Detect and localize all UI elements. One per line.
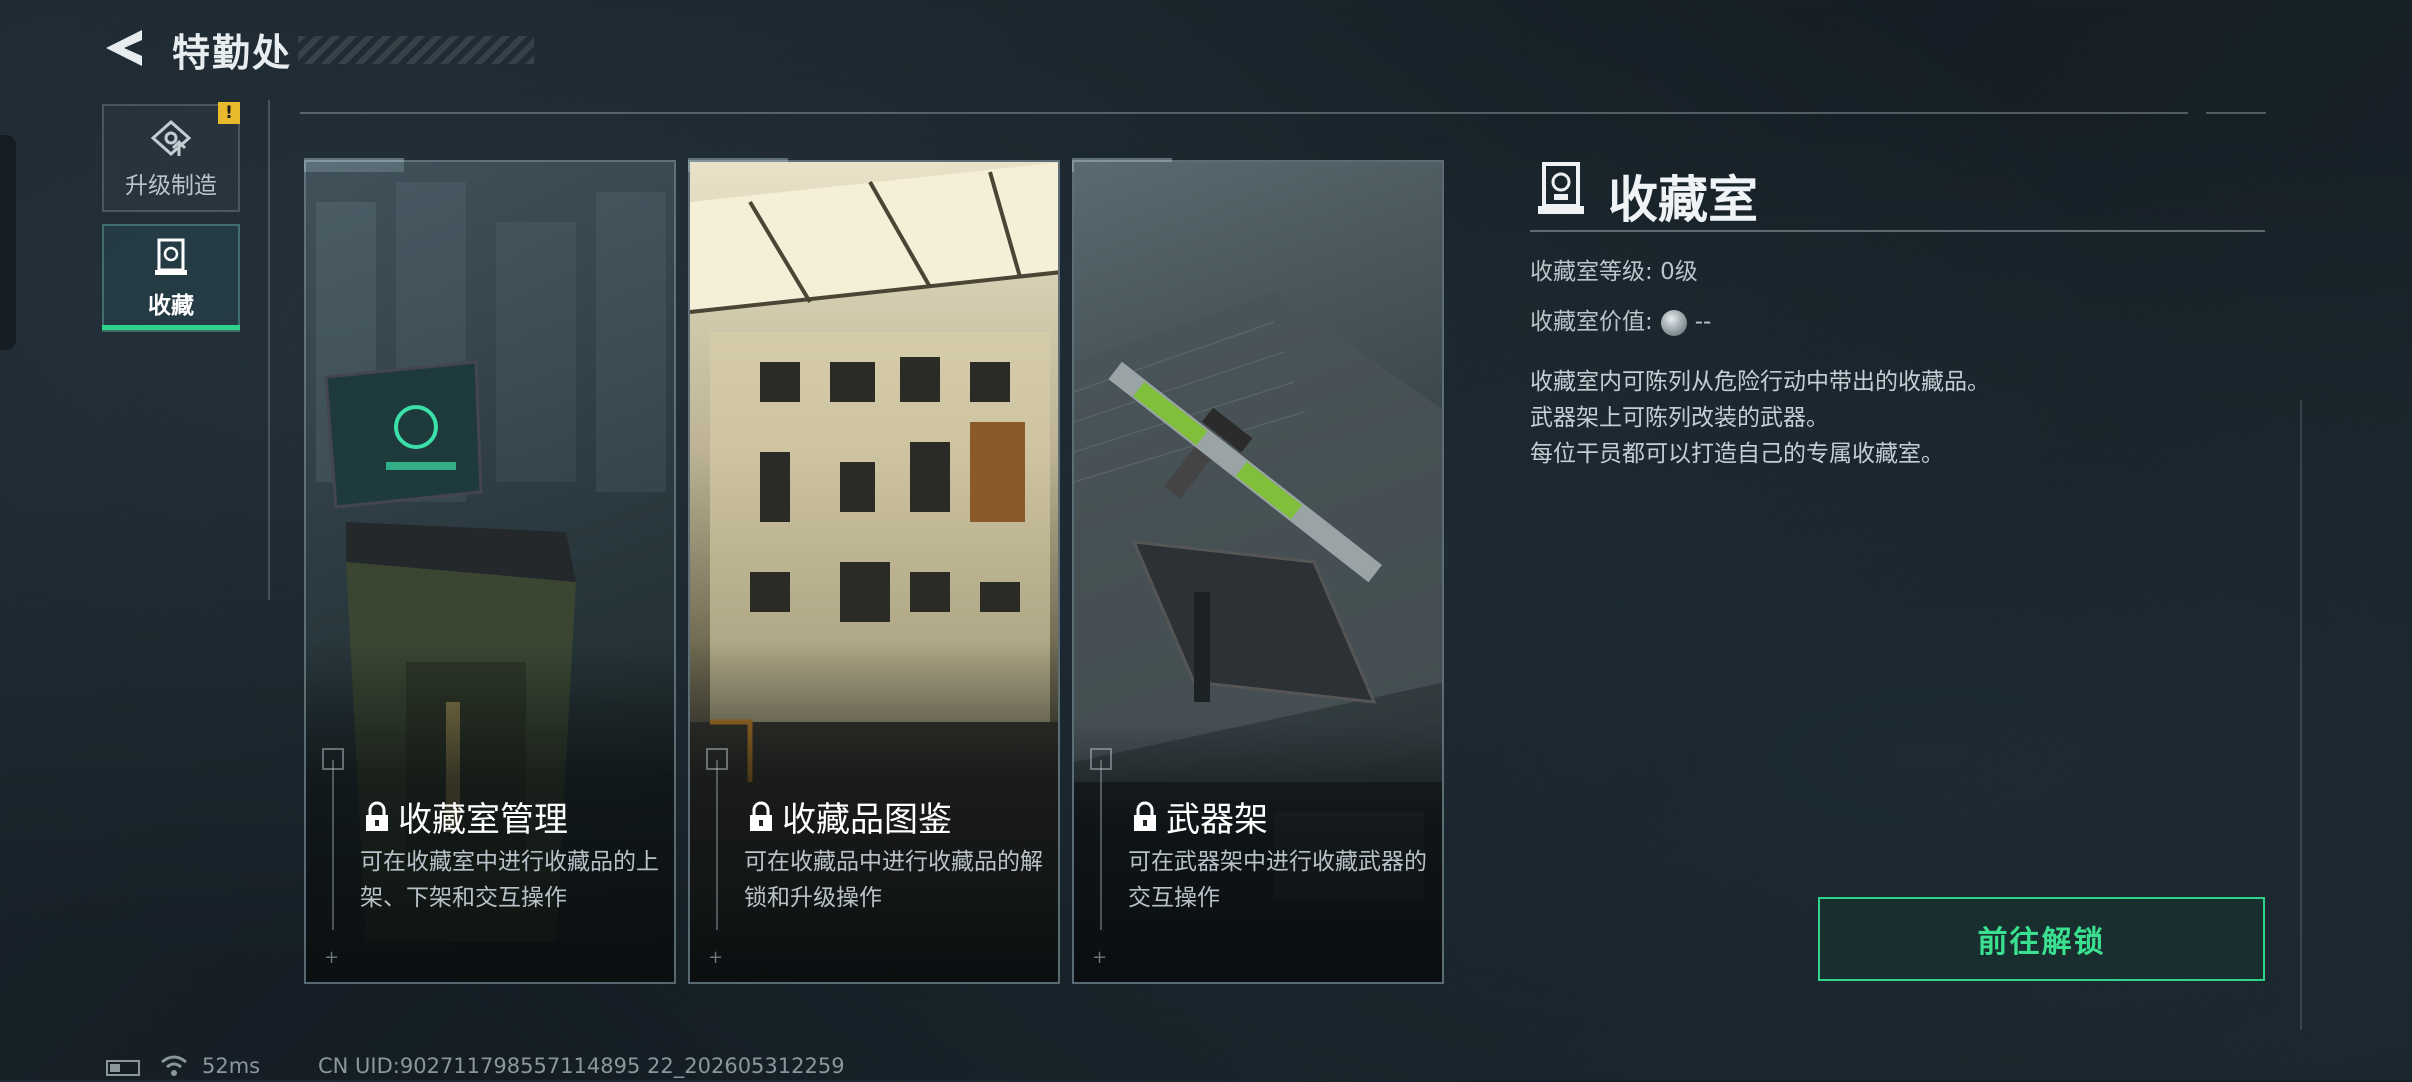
top-divider (300, 112, 2188, 114)
sidebar-item-label: 收藏 (148, 293, 194, 319)
room-worth-row: 收藏室价值: -- (1530, 302, 1711, 336)
room-level-label: 收藏室等级: (1530, 259, 1653, 285)
room-worth-value: -- (1694, 309, 1712, 335)
alert-badge: ! (218, 102, 240, 124)
collection-icon (155, 238, 187, 275)
currency-coin-icon (1660, 309, 1687, 336)
ping-value: 52ms (202, 1054, 261, 1078)
card-description: 可在收藏室中进行收藏品的上架、下架和交互操作 (360, 849, 659, 911)
sidebar-item-collection[interactable]: 收藏 (102, 224, 240, 332)
info-desc-line: 每位干员都可以打造自己的专属收藏室。 (1530, 441, 1944, 467)
edge-handle (0, 135, 16, 350)
card-description: 可在武器架中进行收藏武器的交互操作 (1128, 849, 1427, 911)
card-title: 收藏室管理 (398, 800, 568, 840)
page-title: 特勤处 (172, 31, 293, 75)
plus-icon: + (1092, 947, 1108, 968)
collection-room-icon (1536, 160, 1586, 218)
info-desc-line: 武器架上可陈列改装的武器。 (1530, 405, 1829, 431)
upgrade-icon (150, 119, 192, 157)
go-unlock-button[interactable]: 前往解锁 (1818, 897, 2265, 981)
info-divider (1530, 230, 2265, 232)
card-title: 收藏品图鉴 (782, 800, 952, 840)
left-divider (268, 100, 270, 600)
card-collection-catalog[interactable]: + 收藏品图鉴 可在收藏品中进行收藏品的解锁和升级操作 (688, 160, 1060, 984)
right-divider (2300, 400, 2302, 1030)
card-title: 武器架 (1166, 800, 1268, 840)
info-description: 收藏室内可陈列从危险行动中带出的收藏品。 武器架上可陈列改装的武器。 每位干员都… (1530, 364, 1990, 472)
info-desc-line: 收藏室内可陈列从危险行动中带出的收藏品。 (1530, 369, 1990, 395)
card-description: 可在收藏品中进行收藏品的解锁和升级操作 (744, 849, 1043, 911)
room-level-value: 0级 (1660, 259, 1698, 285)
plus-icon: + (324, 947, 340, 968)
lock-icon (1134, 801, 1156, 831)
top-divider-end (2206, 112, 2266, 114)
lock-icon (366, 801, 388, 831)
info-title: 收藏室 (1608, 171, 1758, 229)
card-weapon-rack[interactable]: + 武器架 可在武器架中进行收藏武器的交互操作 (1072, 160, 1444, 984)
room-level-row: 收藏室等级: 0级 (1530, 252, 1698, 286)
back-arrow-icon[interactable] (102, 26, 146, 70)
battery-icon (106, 1060, 140, 1076)
lock-icon (750, 801, 772, 831)
card-collection-room-management[interactable]: + 收藏室管理 可在收藏室中进行收藏品的上架、下架和交互操作 (304, 160, 676, 984)
active-indicator (102, 325, 240, 330)
wifi-icon (160, 1054, 188, 1078)
plus-icon: + (708, 947, 724, 968)
title-decoration (298, 36, 534, 64)
room-worth-label: 收藏室价值: (1530, 309, 1653, 335)
sidebar-item-label: 升级制造 (125, 173, 217, 199)
uid-text: CN UID:902711798557114895 22_20260531225… (318, 1054, 845, 1078)
